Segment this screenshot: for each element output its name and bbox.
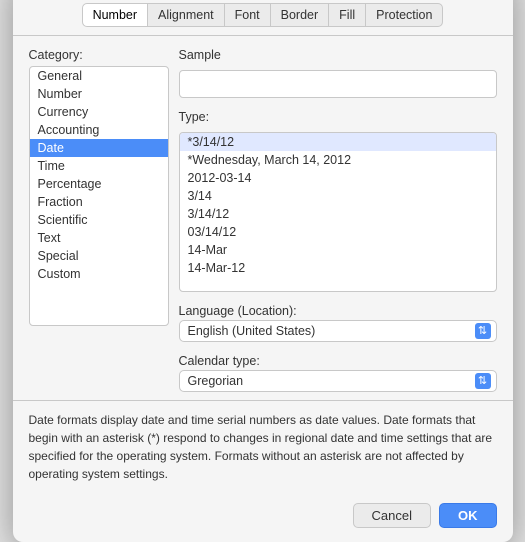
category-item-general[interactable]: General [30,67,168,85]
type-item-4[interactable]: 3/14 [180,187,496,205]
sample-label: Sample [179,48,497,62]
tab-font[interactable]: Font [224,3,271,27]
right-panel: Sample Type: *3/14/12 *Wednesday, March … [179,48,497,392]
category-item-special[interactable]: Special [30,247,168,265]
tab-protection[interactable]: Protection [365,3,443,27]
category-label: Category: [29,48,169,62]
type-item-8[interactable]: 14-Mar-12 [180,259,496,277]
main-content: Category: General Number Currency Accoun… [13,36,513,400]
language-select-wrapper: English (United States) [179,320,497,342]
type-item-6[interactable]: 03/14/12 [180,223,496,241]
tab-border[interactable]: Border [270,3,330,27]
category-item-date[interactable]: Date [30,139,168,157]
language-row: Language (Location): English (United Sta… [179,300,497,342]
calendar-select-wrapper: Gregorian [179,370,497,392]
category-item-currency[interactable]: Currency [30,103,168,121]
description-area: Date formats display date and time seria… [13,400,513,495]
cancel-button[interactable]: Cancel [353,503,431,528]
type-item-5[interactable]: 3/14/12 [180,205,496,223]
type-list-wrapper: *3/14/12 *Wednesday, March 14, 2012 2012… [179,132,497,292]
tab-alignment[interactable]: Alignment [147,3,225,27]
left-panel: Category: General Number Currency Accoun… [29,48,169,392]
category-item-custom[interactable]: Custom [30,265,168,283]
tab-bar: Number Alignment Font Border Fill Protec… [13,3,513,36]
category-item-text[interactable]: Text [30,229,168,247]
category-list[interactable]: General Number Currency Accounting Date … [29,66,169,326]
category-item-percentage[interactable]: Percentage [30,175,168,193]
category-item-accounting[interactable]: Accounting [30,121,168,139]
type-label: Type: [179,110,497,124]
type-list[interactable]: *3/14/12 *Wednesday, March 14, 2012 2012… [179,132,497,292]
tab-fill[interactable]: Fill [328,3,366,27]
format-cells-dialog: Format Cells Number Alignment Font Borde… [13,0,513,542]
sample-box [179,70,497,98]
type-item-2[interactable]: *Wednesday, March 14, 2012 [180,151,496,169]
button-row: Cancel OK [13,495,513,542]
type-item-3[interactable]: 2012-03-14 [180,169,496,187]
language-label: Language (Location): [179,304,497,318]
category-item-scientific[interactable]: Scientific [30,211,168,229]
category-item-fraction[interactable]: Fraction [30,193,168,211]
tab-number[interactable]: Number [82,3,148,27]
ok-button[interactable]: OK [439,503,497,528]
calendar-row: Calendar type: Gregorian [179,350,497,392]
type-item-7[interactable]: 14-Mar [180,241,496,259]
category-item-time[interactable]: Time [30,157,168,175]
language-select[interactable]: English (United States) [179,320,497,342]
calendar-label: Calendar type: [179,354,497,368]
category-item-number[interactable]: Number [30,85,168,103]
type-item-1[interactable]: *3/14/12 [180,133,496,151]
calendar-select[interactable]: Gregorian [179,370,497,392]
